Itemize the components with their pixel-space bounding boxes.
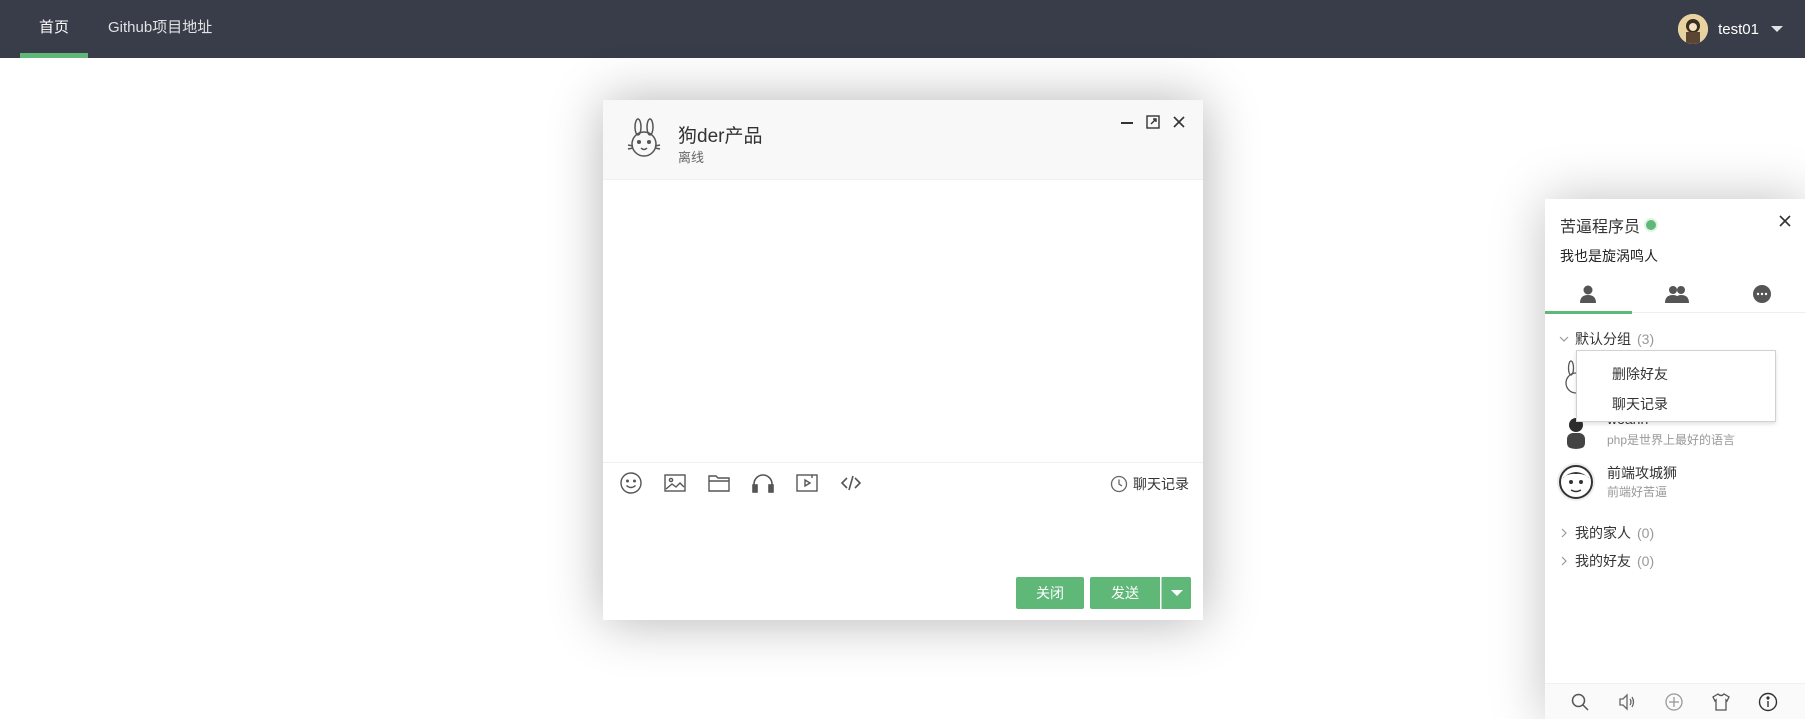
group-friends[interactable]: 我的好友 (0) [1559, 551, 1654, 571]
chat-history-label: 聊天记录 [1133, 476, 1189, 492]
message-area[interactable] [603, 180, 1203, 462]
chat-toolbar: 聊天记录 [603, 462, 1203, 502]
user-icon [1580, 285, 1596, 303]
chevron-down-icon [1559, 336, 1569, 342]
panel-tabs [1545, 277, 1805, 314]
tab-groups[interactable] [1632, 277, 1719, 313]
im-main-panel: 苦逼程序员 我也是旋涡鸣人 默认分组 (3) php是世界上最好的语言 前端攻城… [1545, 199, 1805, 719]
delete-friend-menu-item[interactable]: 删除好友 [1612, 364, 1668, 384]
window-controls [1119, 114, 1187, 130]
tab-messages[interactable] [1719, 277, 1805, 313]
friend-item[interactable]: 前端攻城狮 前端好苦逼 [1557, 461, 1797, 505]
chevron-right-icon [1561, 528, 1567, 538]
contact-avatar [623, 118, 665, 160]
chevron-down-icon[interactable] [1771, 26, 1783, 32]
close-icon[interactable] [1171, 114, 1187, 130]
face-icon[interactable] [619, 471, 643, 495]
group-count: (3) [1637, 331, 1655, 347]
message-input[interactable] [613, 505, 1193, 575]
chat-history-button[interactable]: 聊天记录 [1110, 474, 1189, 494]
user-avatar[interactable] [1678, 14, 1709, 44]
friend-sign: 前端好苦逼 [1607, 485, 1668, 499]
clock-icon [1110, 475, 1128, 493]
friend-avatar [1557, 463, 1595, 501]
group-name: 默认分组 [1575, 331, 1631, 347]
contact-name: 狗der产品 [678, 126, 763, 147]
headphones-icon[interactable] [751, 471, 775, 495]
online-status-icon[interactable] [1646, 220, 1657, 230]
group-count: (0) [1637, 553, 1655, 569]
folder-icon[interactable] [707, 471, 731, 495]
panel-username: 苦逼程序员 [1560, 213, 1657, 237]
skin-icon[interactable] [1711, 692, 1731, 712]
chat-bubble-icon [1753, 285, 1771, 303]
info-icon[interactable] [1758, 692, 1778, 712]
nav-item-home[interactable]: 首页 [20, 0, 88, 58]
friend-context-menu: 删除好友 聊天记录 [1576, 350, 1776, 422]
panel-signature[interactable]: 我也是旋涡鸣人 [1560, 246, 1658, 266]
image-icon[interactable] [663, 471, 687, 495]
send-options-button[interactable] [1161, 577, 1191, 609]
close-button[interactable]: 关闭 [1016, 577, 1084, 609]
user-name[interactable]: test01 [1718, 21, 1759, 38]
nav-item-github[interactable]: Github项目地址 [108, 0, 212, 58]
friend-name: 前端攻城狮 [1607, 465, 1677, 481]
video-icon[interactable] [795, 471, 819, 495]
group-icon [1665, 286, 1689, 303]
contact-status: 离线 [678, 150, 705, 165]
tab-friends[interactable] [1545, 277, 1632, 314]
friend-sign: php是世界上最好的语言 [1607, 433, 1736, 447]
minimize-icon[interactable] [1119, 114, 1135, 130]
send-button[interactable]: 发送 [1090, 577, 1160, 609]
username-text: 苦逼程序员 [1560, 219, 1641, 236]
search-icon[interactable] [1570, 692, 1590, 712]
panel-close-icon[interactable] [1777, 213, 1793, 229]
group-count: (0) [1637, 525, 1655, 541]
chevron-right-icon [1561, 556, 1567, 566]
code-icon[interactable] [839, 471, 863, 495]
chat-window: 狗der产品 离线 聊天记录 关闭 发送 [603, 100, 1203, 620]
group-default[interactable]: 默认分组 (3) [1559, 329, 1654, 349]
sound-icon[interactable] [1617, 692, 1637, 712]
group-name: 我的好友 [1575, 553, 1631, 569]
group-name: 我的家人 [1575, 525, 1631, 541]
chat-history-menu-item[interactable]: 聊天记录 [1612, 394, 1668, 414]
panel-bottom-toolbar [1545, 683, 1805, 719]
user-menu[interactable]: test01 [1678, 0, 1783, 58]
top-navbar: 首页 Github项目地址 test01 [0, 0, 1805, 58]
group-family[interactable]: 我的家人 (0) [1559, 523, 1654, 543]
chat-header: 狗der产品 离线 [603, 100, 1203, 180]
add-icon[interactable] [1664, 692, 1684, 712]
maximize-icon[interactable] [1145, 114, 1161, 130]
